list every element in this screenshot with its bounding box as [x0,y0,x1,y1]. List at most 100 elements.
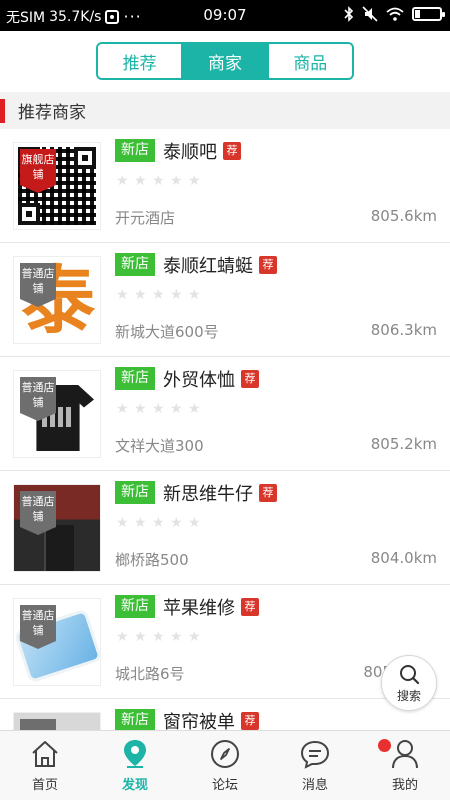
merchant-row[interactable]: 旗舰店铺 新店 泰顺吧 荐 ★ ★ ★ ★ ★ 开元酒店 805.6km [0,129,450,243]
compass-icon [211,740,239,768]
star-icon: ★ [116,401,129,417]
merchant-distance: 805.2km [370,435,437,453]
rating-stars: ★ ★ ★ ★ ★ [116,174,202,188]
recommended-badge: 荐 [223,142,241,160]
nav-home-label: 首页 [31,778,58,793]
tab-bar: 推荐 商家 商品 [0,31,450,92]
star-icon: ★ [188,173,201,189]
shop-type-tag: 旗舰店铺 [20,149,56,193]
star-icon: ★ [170,629,183,645]
shop-type-tag: 普通店铺 [20,491,56,535]
merchant-distance: 805.6km [370,207,437,225]
star-icon: ★ [116,173,129,189]
nav-messages-label: 消息 [301,778,328,793]
merchant-distance: 804.0km [370,549,437,567]
star-icon: ★ [152,173,165,189]
merchant-row[interactable]: 普通店铺 新店 新思维牛仔 荐 ★ ★ ★ ★ ★ 榔桥路500 804.0km [0,471,450,585]
merchant-list: 旗舰店铺 新店 泰顺吧 荐 ★ ★ ★ ★ ★ 开元酒店 805.6km 泰 普通店铺 … [0,129,450,800]
star-icon: ★ [134,401,147,417]
star-icon: ★ [152,287,165,303]
merchant-address: 开元酒店 [115,209,176,227]
merchant-name-wrap: 泰顺红蜻蜓 荐 [163,252,277,278]
merchant-row[interactable]: 泰 普通店铺 新店 泰顺红蜻蜓 荐 ★ ★ ★ ★ ★ 新城大道600号 806.3km [0,243,450,357]
bottom-nav: 首页 发现 论坛 消息 我的 [0,730,450,800]
nav-profile-label: 我的 [391,778,418,793]
home-icon [32,741,58,767]
new-shop-badge: 新店 [115,709,155,732]
nav-messages[interactable]: 消息 [270,731,391,800]
nav-home[interactable]: 首页 [0,731,90,800]
merchant-name-wrap: 新思维牛仔 荐 [163,480,277,506]
new-shop-badge: 新店 [115,367,155,390]
merchant-name: 苹果维修 [163,598,235,619]
star-icon: ★ [188,287,201,303]
merchant-name: 泰顺红蜻蜓 [163,256,253,277]
location-icon [124,740,146,768]
new-shop-badge: 新店 [115,139,155,162]
rating-stars: ★ ★ ★ ★ ★ [116,516,202,530]
star-icon: ★ [116,287,129,303]
recommended-badge: 荐 [241,370,259,388]
tab-products[interactable]: 商品 [266,44,352,78]
star-icon: ★ [116,629,129,645]
search-label: 搜索 [396,688,421,703]
recommended-badge: 荐 [241,712,259,730]
section-title: 推荐商家 [18,103,86,123]
star-icon: ★ [188,401,201,417]
recommended-badge: 荐 [259,484,277,502]
shop-type-tag: 普通店铺 [20,377,56,421]
merchant-thumbnail: 普通店铺 [13,598,101,686]
user-icon [392,740,418,769]
merchant-address: 榔桥路500 [115,551,189,569]
status-right [344,6,445,22]
star-icon: ★ [152,401,165,417]
wifi-icon [386,7,404,21]
star-icon: ★ [170,401,183,417]
new-shop-badge: 新店 [115,595,155,618]
merchant-name-wrap: 泰顺吧 荐 [163,138,241,164]
merchant-name: 外贸体恤 [163,370,235,391]
star-icon: ★ [134,287,147,303]
merchant-row[interactable]: 普通店铺 新店 外贸体恤 荐 ★ ★ ★ ★ ★ 文祥大道300 805.2km [0,357,450,471]
star-icon: ★ [152,629,165,645]
rating-stars: ★ ★ ★ ★ ★ [116,630,202,644]
merchant-address: 城北路6号 [115,665,185,683]
shop-type-tag: 普通店铺 [20,263,56,307]
nav-forum-label: 论坛 [211,778,238,793]
merchant-name: 新思维牛仔 [163,484,253,505]
qr-corner [18,203,40,225]
star-icon: ★ [170,515,183,531]
recommended-badge: 荐 [241,598,259,616]
merchant-address: 文祥大道300 [115,437,204,455]
battery-icon [412,7,445,21]
merchant-thumbnail: 泰 普通店铺 [13,256,101,344]
section-header: 推荐商家 [0,92,450,129]
nav-profile[interactable]: 我的 [360,731,450,800]
recommended-badge: 荐 [259,256,277,274]
merchant-name-wrap: 苹果维修 荐 [163,594,259,620]
segment-control: 推荐 商家 商品 [96,42,354,80]
section-accent-bar [0,98,5,123]
nav-discover[interactable]: 发现 [90,731,180,800]
qr-corner [74,147,96,169]
nav-discover-label: 发现 [121,778,148,793]
merchant-name: 泰顺吧 [163,142,217,163]
search-icon [400,664,420,684]
bluetooth-icon [344,6,354,22]
message-icon [300,740,330,769]
merchant-thumbnail: 普通店铺 [13,484,101,572]
merchant-name-wrap: 外贸体恤 荐 [163,366,259,392]
new-shop-badge: 新店 [115,253,155,276]
nav-forum[interactable]: 论坛 [180,731,270,800]
star-icon: ★ [134,629,147,645]
tab-merchants[interactable]: 商家 [181,44,267,78]
tab-recommend[interactable]: 推荐 [98,44,182,78]
floating-search-button[interactable]: 搜索 [381,655,437,711]
star-icon: ★ [134,173,147,189]
merchant-thumbnail: 普通店铺 [13,370,101,458]
merchant-address: 新城大道600号 [115,323,219,341]
star-icon: ★ [152,515,165,531]
star-icon: ★ [170,287,183,303]
star-icon: ★ [170,173,183,189]
new-shop-badge: 新店 [115,481,155,504]
